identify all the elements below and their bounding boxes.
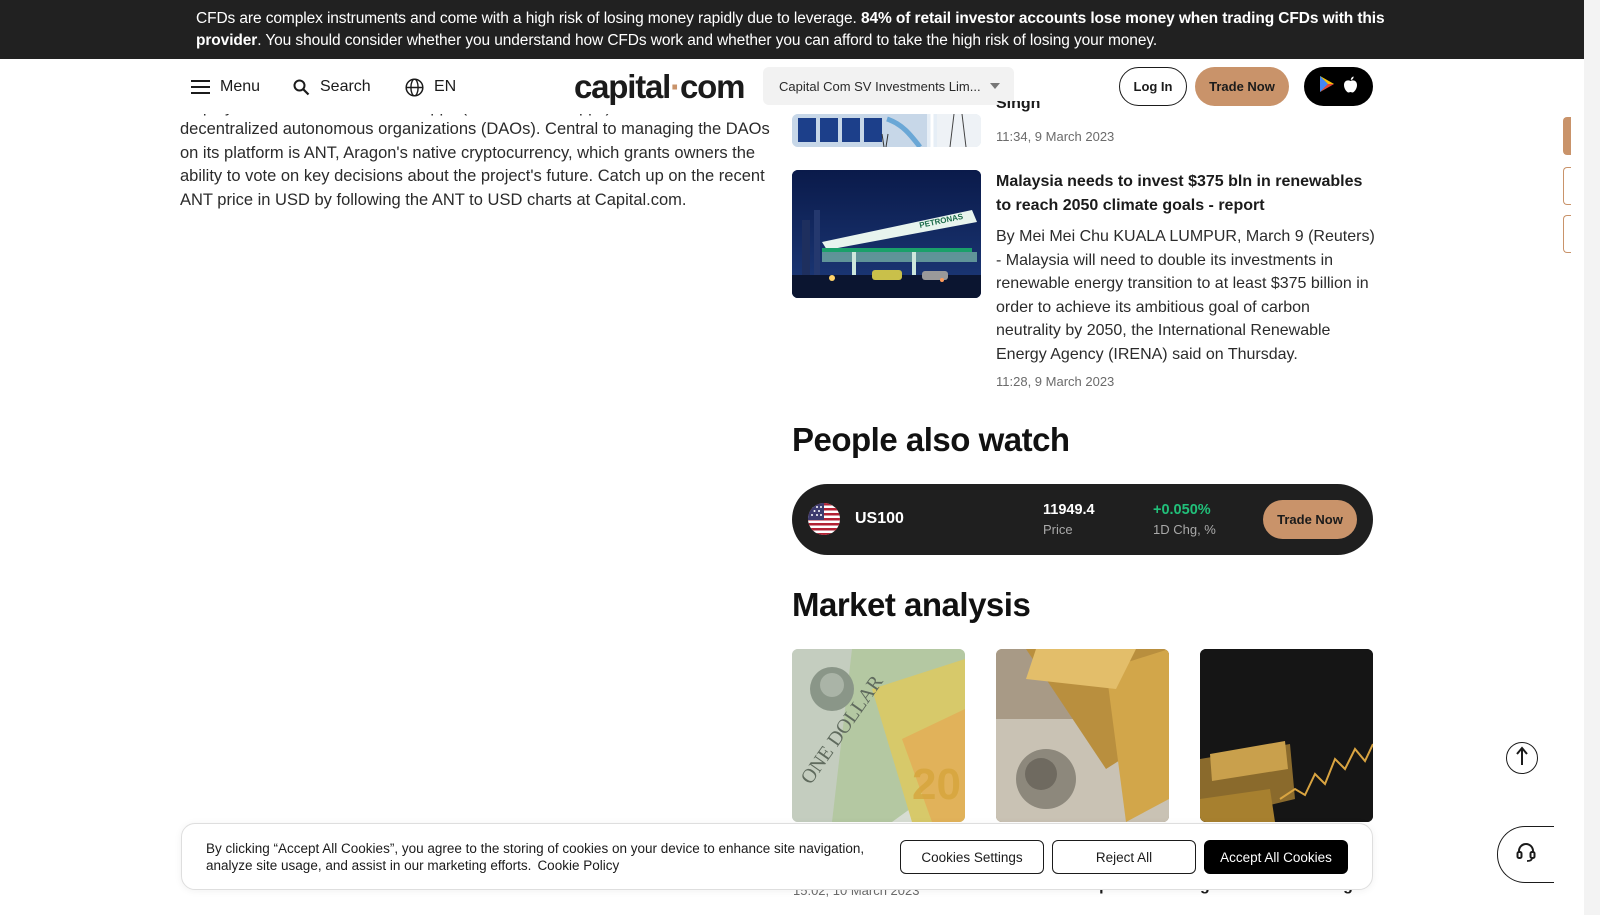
- cookie-consent-text: By clicking “Accept All Cookies”, you ag…: [206, 841, 865, 873]
- search-label: Search: [320, 78, 371, 95]
- market-analysis-card-image[interactable]: [996, 649, 1169, 822]
- cookie-consent-banner: By clicking “Accept All Cookies”, you ag…: [181, 823, 1373, 890]
- instrument-trade-button[interactable]: Trade Now: [1263, 500, 1357, 539]
- entity-selector[interactable]: Capital Com SV Investments Lim...: [763, 67, 1014, 105]
- news-thumbnail[interactable]: PETRONAS: [792, 170, 981, 298]
- support-chat-button[interactable]: [1497, 826, 1554, 883]
- capital-com-logo[interactable]: capital·com: [574, 68, 745, 106]
- news-timestamp: 11:34, 9 March 2023: [996, 129, 1115, 144]
- news-summary: By Mei Mei Chu KUALA LUMPUR, March 9 (Re…: [996, 228, 1375, 363]
- risk-warning-text-end: . You should consider whether you unders…: [257, 31, 1158, 49]
- side-tab[interactable]: [1563, 167, 1571, 205]
- us-flag-icon: [808, 503, 840, 535]
- language-label: EN: [434, 78, 457, 95]
- cookie-policy-link[interactable]: Cookie Policy: [537, 858, 619, 873]
- reject-all-button[interactable]: Reject All: [1052, 840, 1196, 874]
- instrument-price: 11949.4: [1043, 502, 1095, 518]
- market-analysis-heading: Market analysis: [792, 586, 1031, 623]
- instrument-row[interactable]: US100 11949.4 Price +0.050% 1D Chg, % Tr…: [792, 484, 1373, 555]
- risk-warning-text: CFDs are complex instruments and come wi…: [196, 10, 861, 27]
- entity-selected-value: Capital Com SV Investments Lim...: [779, 78, 981, 94]
- menu-button[interactable]: Menu: [191, 73, 260, 101]
- instrument-change: +0.050%: [1153, 502, 1211, 518]
- menu-label: Menu: [220, 78, 261, 95]
- market-analysis-card-image[interactable]: [1200, 649, 1373, 822]
- market-analysis-card-image[interactable]: ONE DOLLAR 20: [792, 649, 965, 822]
- headset-icon: [1515, 841, 1537, 868]
- scroll-to-top-button[interactable]: [1506, 742, 1538, 774]
- side-tab[interactable]: [1563, 117, 1571, 155]
- accept-all-cookies-button[interactable]: Accept All Cookies: [1204, 840, 1348, 874]
- google-play-icon: [1319, 75, 1335, 98]
- globe-icon: [405, 77, 424, 97]
- news-title[interactable]: Malaysia needs to invest $375 bln in ren…: [996, 170, 1376, 217]
- article-paragraph: decentralized autonomous organizations (…: [180, 120, 770, 209]
- apple-icon: [1343, 76, 1358, 98]
- hamburger-icon: [191, 80, 210, 94]
- search-button[interactable]: Search: [293, 73, 371, 101]
- news-timestamp: 11:28, 9 March 2023: [996, 374, 1115, 389]
- news-thumbnail[interactable]: [792, 114, 981, 147]
- people-also-watch-heading: People also watch: [792, 421, 1070, 458]
- side-tab[interactable]: [1563, 215, 1571, 253]
- instrument-symbol: US100: [855, 510, 904, 527]
- svg-text:20: 20: [912, 760, 961, 809]
- search-icon: [293, 79, 310, 96]
- arrow-up-icon: [1515, 745, 1529, 771]
- scrollbar[interactable]: [1584, 0, 1600, 915]
- language-selector[interactable]: EN: [405, 73, 456, 101]
- chevron-down-icon: [990, 83, 1000, 89]
- risk-warning-banner: CFDs are complex instruments and come wi…: [0, 0, 1584, 59]
- price-label: Price: [1043, 522, 1073, 537]
- change-label: 1D Chg, %: [1153, 522, 1216, 537]
- cookies-settings-button[interactable]: Cookies Settings: [900, 840, 1044, 874]
- news-title-partial[interactable]: Singh: [996, 101, 1376, 115]
